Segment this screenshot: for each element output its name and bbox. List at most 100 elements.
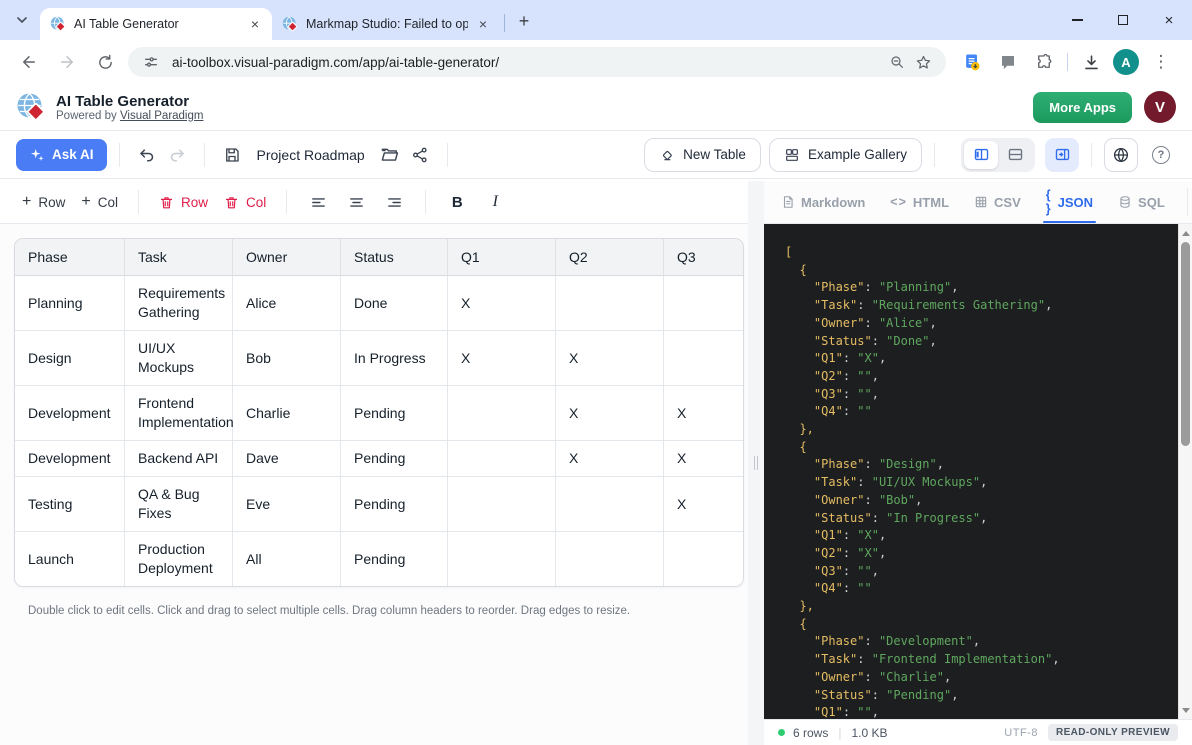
- table-cell[interactable]: Pending: [341, 532, 448, 586]
- redo-button[interactable]: [162, 140, 192, 170]
- table-cell[interactable]: Pending: [341, 477, 448, 532]
- table-cell[interactable]: Pending: [341, 386, 448, 441]
- zoom-out-icon[interactable]: [884, 49, 910, 75]
- table-cell[interactable]: [448, 532, 556, 586]
- tab-csv[interactable]: CSV: [971, 181, 1024, 223]
- window-close-button[interactable]: ×: [1146, 0, 1192, 40]
- docs-offline-icon[interactable]: [956, 46, 988, 78]
- table-cell[interactable]: [448, 386, 556, 441]
- column-header[interactable]: Status: [341, 239, 448, 276]
- table-cell[interactable]: UI/UX Mockups: [125, 331, 233, 386]
- example-gallery-button[interactable]: Example Gallery: [769, 138, 922, 172]
- column-header[interactable]: Phase: [15, 239, 125, 276]
- document-title[interactable]: Project Roadmap: [257, 147, 365, 163]
- window-maximize-button[interactable]: [1100, 0, 1146, 40]
- column-header[interactable]: Q1: [448, 239, 556, 276]
- table-cell[interactable]: [448, 477, 556, 532]
- scrollbar-thumb[interactable]: [1181, 242, 1190, 446]
- comment-icon[interactable]: [992, 46, 1024, 78]
- table-cell[interactable]: Backend API: [125, 441, 233, 477]
- table-cell[interactable]: Launch: [15, 532, 125, 586]
- table-cell[interactable]: Development: [15, 441, 125, 477]
- help-button[interactable]: ?: [1146, 140, 1176, 170]
- table-cell[interactable]: Frontend Implementation: [125, 386, 233, 441]
- table-cell[interactable]: Testing: [15, 477, 125, 532]
- tab-close-icon[interactable]: ×: [246, 15, 264, 33]
- table-cell[interactable]: [556, 477, 664, 532]
- add-col-button[interactable]: +Col: [73, 189, 126, 216]
- forward-button[interactable]: [51, 46, 83, 78]
- table-cell[interactable]: Design: [15, 331, 125, 386]
- undo-button[interactable]: [132, 140, 162, 170]
- table-cell[interactable]: In Progress: [341, 331, 448, 386]
- table-cell[interactable]: X: [448, 276, 556, 331]
- ask-ai-button[interactable]: Ask AI: [16, 139, 107, 171]
- table-cell[interactable]: Alice: [233, 276, 341, 331]
- table-cell[interactable]: X: [664, 441, 743, 477]
- table-cell[interactable]: [556, 532, 664, 586]
- site-settings-icon[interactable]: [138, 49, 164, 75]
- tab-json[interactable]: { } JSON: [1043, 181, 1096, 223]
- split-vertical-button[interactable]: [964, 141, 998, 169]
- column-header[interactable]: Task: [125, 239, 233, 276]
- table-cell[interactable]: X: [664, 477, 743, 532]
- split-horizontal-button[interactable]: [998, 141, 1032, 169]
- table-cell[interactable]: [664, 331, 743, 386]
- table-cell[interactable]: Planning: [15, 276, 125, 331]
- table-cell[interactable]: X: [556, 331, 664, 386]
- table-cell[interactable]: Eve: [233, 477, 341, 532]
- scroll-up-icon[interactable]: [1179, 226, 1192, 240]
- tab-sql[interactable]: SQL: [1115, 181, 1168, 223]
- url-text[interactable]: ai-toolbox.visual-paradigm.com/app/ai-ta…: [172, 55, 884, 70]
- table-cell[interactable]: [664, 532, 743, 586]
- tab-markdown[interactable]: Markdown: [778, 181, 868, 223]
- align-center-button[interactable]: [341, 187, 371, 217]
- table-cell[interactable]: Charlie: [233, 386, 341, 441]
- profile-avatar[interactable]: A: [1113, 49, 1139, 75]
- bookmark-star-icon[interactable]: [910, 49, 936, 75]
- editor-scrollbar[interactable]: [1178, 224, 1192, 719]
- table-cell[interactable]: X: [556, 386, 664, 441]
- table-cell[interactable]: X: [448, 331, 556, 386]
- table-cell[interactable]: All: [233, 532, 341, 586]
- browser-tab-active[interactable]: AI Table Generator ×: [40, 8, 272, 40]
- add-row-button[interactable]: +Row: [14, 189, 73, 216]
- table-cell[interactable]: [448, 441, 556, 477]
- new-table-button[interactable]: New Table: [644, 138, 761, 172]
- scroll-down-icon[interactable]: [1179, 703, 1192, 717]
- browser-tab-inactive[interactable]: Markmap Studio: Failed to ope ×: [272, 8, 500, 40]
- column-header[interactable]: Owner: [233, 239, 341, 276]
- visual-paradigm-link[interactable]: Visual Paradigm: [120, 110, 204, 122]
- window-minimize-button[interactable]: [1054, 0, 1100, 40]
- table-cell[interactable]: [664, 276, 743, 331]
- data-table[interactable]: PhaseTaskOwnerStatusQ1Q2Q3 PlanningRequi…: [14, 238, 744, 587]
- download-icon[interactable]: [1075, 46, 1107, 78]
- more-apps-button[interactable]: More Apps: [1033, 92, 1132, 123]
- open-folder-button[interactable]: [375, 140, 405, 170]
- table-cell[interactable]: Bob: [233, 331, 341, 386]
- table-cell[interactable]: Done: [341, 276, 448, 331]
- json-preview-editor[interactable]: [ { "Phase": "Planning", "Task": "Requir…: [764, 224, 1192, 719]
- table-cell[interactable]: QA & Bug Fixes: [125, 477, 233, 532]
- table-cell[interactable]: [556, 276, 664, 331]
- back-button[interactable]: [13, 46, 45, 78]
- address-bar[interactable]: ai-toolbox.visual-paradigm.com/app/ai-ta…: [128, 47, 946, 77]
- toggle-side-panel-button[interactable]: [1045, 138, 1079, 172]
- delete-col-button[interactable]: Col: [216, 189, 274, 216]
- panel-resize-handle[interactable]: [748, 181, 764, 745]
- table-cell[interactable]: Pending: [341, 441, 448, 477]
- column-header[interactable]: Q2: [556, 239, 664, 276]
- extensions-puzzle-icon[interactable]: [1028, 46, 1060, 78]
- tab-close-icon[interactable]: ×: [474, 15, 492, 33]
- tab-search-button[interactable]: [8, 6, 36, 34]
- column-header[interactable]: Q3: [664, 239, 743, 276]
- table-cell[interactable]: X: [664, 386, 743, 441]
- new-tab-button[interactable]: +: [511, 8, 537, 34]
- align-left-button[interactable]: [303, 187, 333, 217]
- table-cell[interactable]: Requirements Gathering: [125, 276, 233, 331]
- table-cell[interactable]: Dave: [233, 441, 341, 477]
- table-cell[interactable]: X: [556, 441, 664, 477]
- kebab-menu-icon[interactable]: ⋮: [1145, 46, 1177, 78]
- table-cell[interactable]: Production Deployment: [125, 532, 233, 586]
- table-cell[interactable]: Development: [15, 386, 125, 441]
